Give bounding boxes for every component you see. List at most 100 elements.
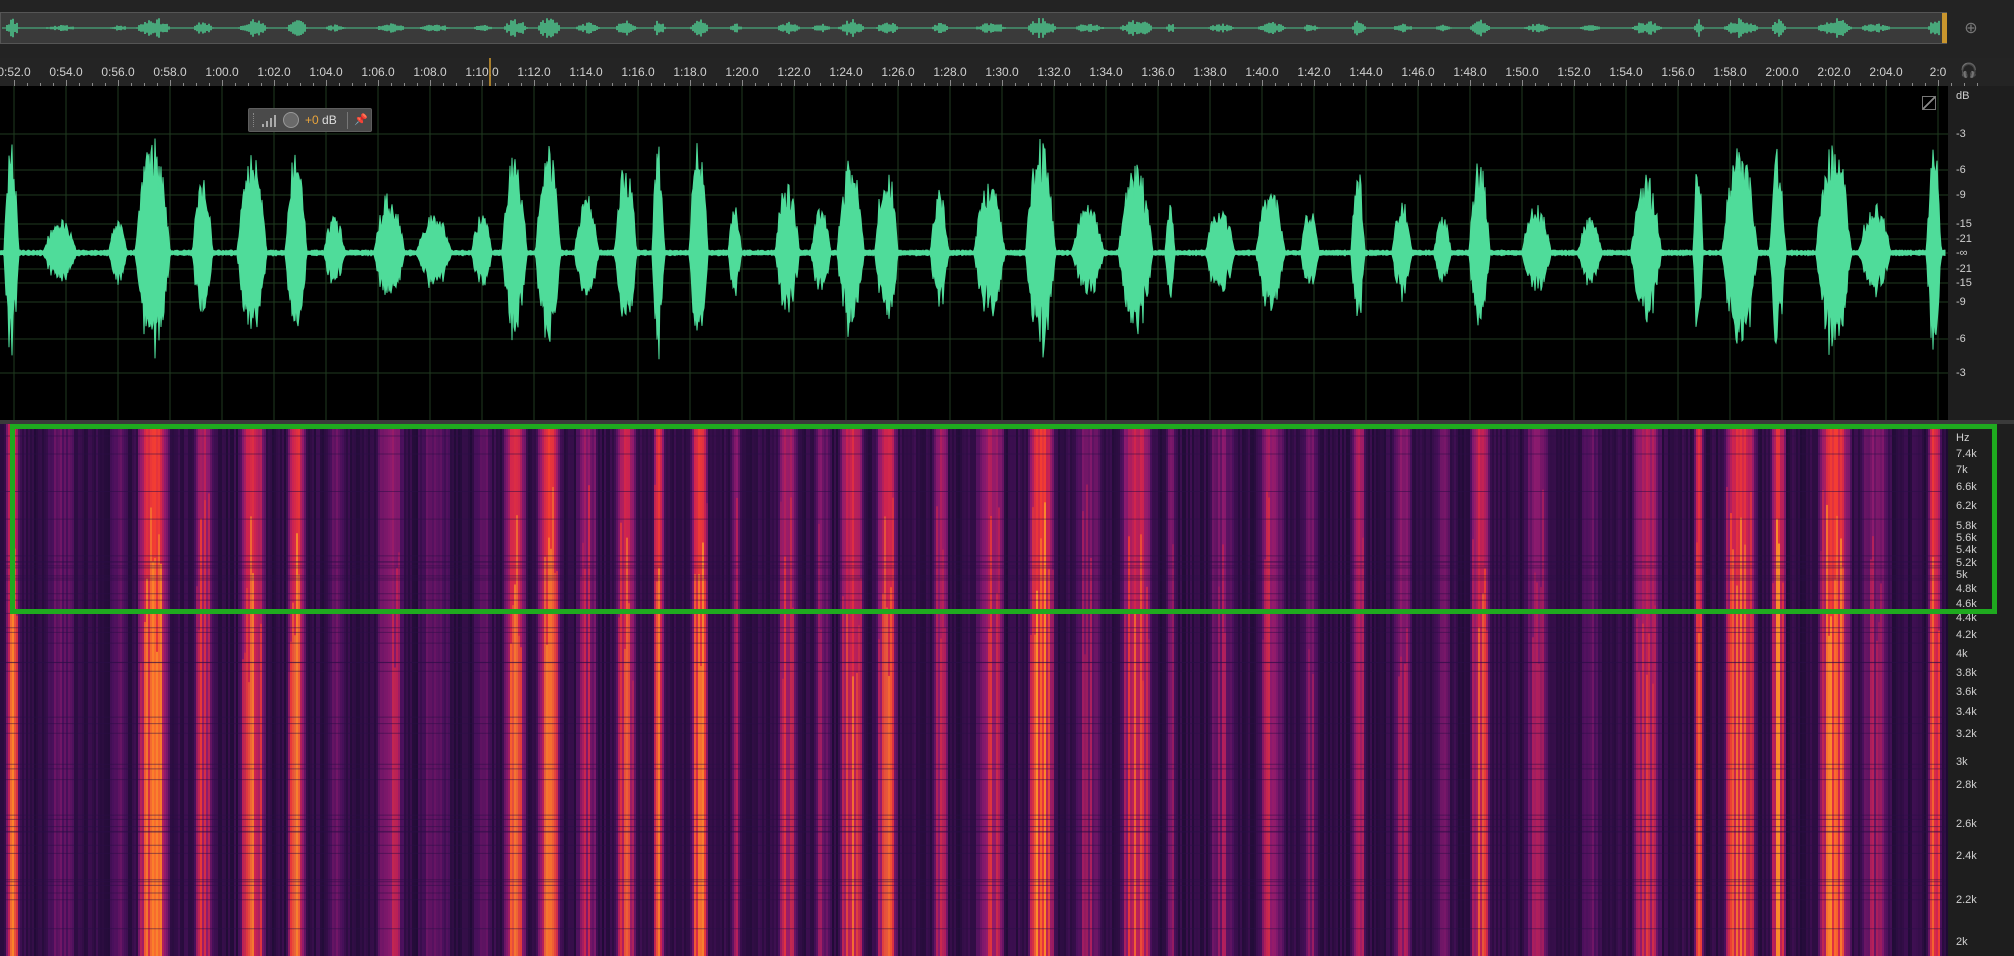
time-tick-label: 0:58.0 xyxy=(153,65,187,79)
hz-label: 3.2k xyxy=(1956,728,1977,740)
hud-separator xyxy=(347,112,348,129)
waveform-display[interactable] xyxy=(0,86,1948,420)
hz-label: 4.4k xyxy=(1956,612,1977,624)
waveform-trace xyxy=(0,138,1946,360)
hz-label: 4.2k xyxy=(1956,629,1977,641)
time-tick-label: 1:52.0 xyxy=(1557,65,1591,79)
db-label: -∞ xyxy=(1956,247,1968,259)
hud-grip-icon[interactable] xyxy=(253,113,257,127)
hz-label: 4.8k xyxy=(1956,583,1977,595)
time-tick-label: 1:06.0 xyxy=(361,65,395,79)
time-tick-label: 1:50.0 xyxy=(1505,65,1539,79)
time-tick-label: 1:08.0 xyxy=(413,65,447,79)
hz-label: 2.4k xyxy=(1956,850,1977,862)
hz-label: 2k xyxy=(1956,936,1968,948)
overview-waveform-track[interactable] xyxy=(0,12,1947,44)
zoom-navigator-icon[interactable]: ⊕ xyxy=(1960,18,1982,40)
hz-label: 2.2k xyxy=(1956,894,1977,906)
time-tick-label: 1:44.0 xyxy=(1349,65,1383,79)
time-tick-label: 1:02.0 xyxy=(257,65,291,79)
overview-waveform xyxy=(2,18,1940,38)
time-tick-label: 1:22.0 xyxy=(777,65,811,79)
hz-label: 3k xyxy=(1956,756,1968,768)
playhead-marker[interactable] xyxy=(489,58,491,86)
time-tick-label: 2:0 xyxy=(1929,65,1947,79)
pin-icon[interactable]: 📌 xyxy=(353,112,369,129)
hz-label: 5.2k xyxy=(1956,557,1977,569)
hz-label: 5.6k xyxy=(1956,532,1977,544)
time-tick-label: 1:20.0 xyxy=(725,65,759,79)
hz-label: 3.8k xyxy=(1956,667,1977,679)
hz-label: 7k xyxy=(1956,464,1968,476)
db-label: -15 xyxy=(1956,277,1972,289)
time-ruler[interactable]: 0:52.0 0:54.0 0:56.0 0:58.0 1:00.0 1:02.0 1:04… xyxy=(0,58,2014,87)
time-tick-label: 1:56.0 xyxy=(1661,65,1695,79)
hz-label: 3.6k xyxy=(1956,686,1977,698)
time-tick-label: 1:40.0 xyxy=(1245,65,1279,79)
hz-label: 4.6k xyxy=(1956,598,1977,610)
db-label: dB xyxy=(1956,90,1970,102)
time-tick-label: 1:28.0 xyxy=(933,65,967,79)
time-tick-label: 2:02.0 xyxy=(1817,65,1851,79)
time-tick-label: 1:26.0 xyxy=(881,65,915,79)
spectrogram-columns xyxy=(0,424,1946,956)
time-tick-label: 1:24.0 xyxy=(829,65,863,79)
waveform-canvas xyxy=(0,86,1948,420)
db-label: -21 xyxy=(1956,233,1972,245)
time-tick-label: 1:36.0 xyxy=(1141,65,1175,79)
hz-label: 7.4k xyxy=(1956,448,1977,460)
time-tick-label: 1:34.0 xyxy=(1089,65,1123,79)
db-ruler: dB -3 -6 -9 -15 -21 -∞ -21 -15 -9 -6 -3 xyxy=(1948,86,2014,420)
db-label: -6 xyxy=(1956,164,1966,176)
volume-value-unit: dB xyxy=(318,113,337,127)
hz-label: 5.4k xyxy=(1956,544,1977,556)
db-label: -21 xyxy=(1956,263,1972,275)
time-tick-label: 1:14.0 xyxy=(569,65,603,79)
db-label: -3 xyxy=(1956,128,1966,140)
time-tick-label: 0:54.0 xyxy=(49,65,83,79)
frequency-ruler: Hz 7.4k 7k 6.6k 6.2k 5.8k 5.6k 5.4k 5.2k 5k 4.8k 4.… xyxy=(1948,424,2014,956)
time-tick-label: 1:42.0 xyxy=(1297,65,1331,79)
hz-label: 5.8k xyxy=(1956,520,1977,532)
db-label: -9 xyxy=(1956,296,1966,308)
hz-label: 2.8k xyxy=(1956,779,1977,791)
db-label: -9 xyxy=(1956,189,1966,201)
time-tick-label: 1:32.0 xyxy=(1037,65,1071,79)
time-tick-label: 1:00.0 xyxy=(205,65,239,79)
time-tick-label: 1:12.0 xyxy=(517,65,551,79)
volume-hud: +0 dB 📌 xyxy=(248,108,372,132)
hz-label: 5k xyxy=(1956,569,1968,581)
db-label: -3 xyxy=(1956,367,1966,379)
headphones-icon[interactable]: 🎧 xyxy=(1958,62,1980,82)
time-tick-label: 2:04.0 xyxy=(1869,65,1903,79)
time-tick-label: 0:56.0 xyxy=(101,65,135,79)
overview-waveform-trace xyxy=(2,18,1940,38)
spectral-frequency-display[interactable] xyxy=(0,424,1948,956)
volume-knob[interactable] xyxy=(283,112,299,128)
time-tick-label: 2:00.0 xyxy=(1765,65,1799,79)
hz-label: Hz xyxy=(1956,432,1970,444)
volume-value[interactable]: +0 dB xyxy=(305,113,337,127)
level-meter-icon xyxy=(262,115,276,127)
hz-label: 6.6k xyxy=(1956,481,1977,493)
time-tick-label: 1:58.0 xyxy=(1713,65,1747,79)
db-label: -6 xyxy=(1956,333,1966,345)
time-tick-label: 1:38.0 xyxy=(1193,65,1227,79)
time-tick-label: 1:30.0 xyxy=(985,65,1019,79)
time-tick-label: 0:52.0 xyxy=(0,65,31,79)
db-label: -15 xyxy=(1956,218,1972,230)
hz-label: 4k xyxy=(1956,648,1968,660)
time-tick-label: 1:18.0 xyxy=(673,65,707,79)
wave-resize-icon[interactable] xyxy=(1922,96,1936,110)
hz-label: 6.2k xyxy=(1956,500,1977,512)
hz-label: 3.4k xyxy=(1956,706,1977,718)
time-tick-label: 1:10.0 xyxy=(465,65,499,79)
overview-range-handle[interactable] xyxy=(1942,13,1947,43)
overview-panel: ⊕ xyxy=(0,0,2014,58)
hz-label: 2.6k xyxy=(1956,818,1977,830)
time-tick-label: 1:16.0 xyxy=(621,65,655,79)
volume-value-number: +0 xyxy=(305,113,319,127)
time-tick-label: 1:46.0 xyxy=(1401,65,1435,79)
spectrogram-canvas xyxy=(0,424,1946,956)
time-tick-label: 1:54.0 xyxy=(1609,65,1643,79)
